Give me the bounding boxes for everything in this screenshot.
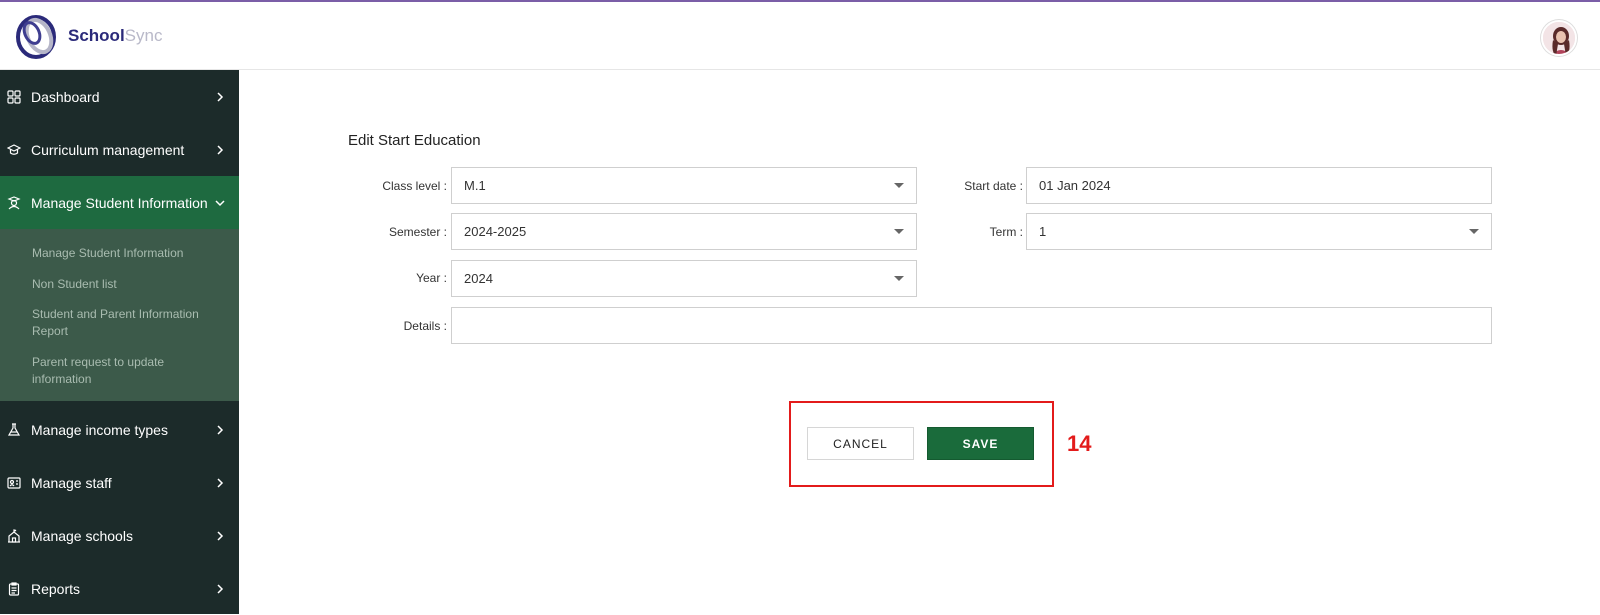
term-select[interactable]: 1 — [1026, 213, 1492, 250]
sidebar-item-curriculum-management[interactable]: Curriculum management — [0, 123, 239, 176]
page-title: Edit Start Education — [348, 132, 481, 149]
year-value: 2024 — [464, 271, 493, 286]
sidebar-item-label: Manage staff — [31, 474, 112, 491]
class-level-value: M.1 — [464, 178, 486, 193]
semester-value: 2024-2025 — [464, 224, 527, 239]
start-date-field[interactable]: 01 Jan 2024 — [1026, 167, 1492, 204]
flask-icon — [7, 422, 21, 437]
sidebar-item-label: Curriculum management — [31, 141, 185, 158]
chevron-right-icon — [215, 477, 225, 488]
sidebar-item-manage-student-information[interactable]: Manage Student Information — [0, 176, 239, 229]
save-button[interactable]: SAVE — [927, 427, 1034, 460]
submenu-item-non-student-list[interactable]: Non Student list — [32, 276, 222, 293]
dropdown-caret-icon — [894, 229, 904, 234]
start-date-label: Start date : — [964, 179, 1023, 193]
chevron-right-icon — [215, 583, 225, 594]
student-icon — [7, 195, 21, 210]
semester-label: Semester : — [388, 225, 447, 239]
clipboard-icon — [7, 581, 21, 596]
semester-select[interactable]: 2024-2025 — [451, 213, 917, 250]
sidebar-item-reports[interactable]: Reports — [0, 562, 239, 615]
start-date-value: 01 Jan 2024 — [1039, 178, 1111, 193]
dropdown-caret-icon — [894, 183, 904, 188]
year-label: Year : — [416, 271, 447, 285]
sidebar-item-label: Dashboard — [31, 88, 100, 105]
term-value: 1 — [1039, 224, 1047, 239]
grid-icon — [7, 89, 21, 104]
sidebar-item-manage-schools[interactable]: Manage schools — [0, 509, 239, 562]
chevron-down-icon — [215, 198, 225, 208]
brand-name-part2: Sync — [124, 26, 163, 45]
details-field[interactable] — [451, 307, 1492, 344]
sidebar-item-label: Reports — [31, 580, 81, 597]
submenu-item-parent-request-update[interactable]: Parent request to update information — [32, 354, 222, 388]
chevron-right-icon — [215, 424, 225, 435]
dropdown-caret-icon — [894, 276, 904, 281]
chevron-right-icon — [215, 91, 225, 102]
sidebar: Dashboard Curriculum management Manage S… — [0, 70, 239, 614]
schoolsync-logo-icon — [16, 15, 56, 59]
student-info-submenu: Manage Student Information Non Student l… — [0, 229, 239, 401]
sidebar-item-label: Manage Student Information — [31, 194, 208, 211]
chevron-right-icon — [215, 530, 225, 541]
details-input[interactable] — [464, 318, 1491, 333]
sidebar-item-label: Manage schools — [31, 527, 133, 544]
user-avatar[interactable] — [1541, 20, 1577, 56]
dropdown-caret-icon — [1469, 229, 1479, 234]
submenu-item-manage-student-information[interactable]: Manage Student Information — [32, 245, 222, 262]
chevron-right-icon — [215, 144, 225, 155]
class-level-select[interactable]: M.1 — [451, 167, 917, 204]
graduation-cap-icon — [7, 143, 21, 157]
sidebar-item-manage-staff[interactable]: Manage staff — [0, 456, 239, 509]
brand-name-part1: School — [68, 26, 125, 45]
school-building-icon — [7, 528, 21, 543]
sidebar-item-dashboard[interactable]: Dashboard — [0, 70, 239, 123]
details-label: Details : — [403, 319, 447, 333]
top-bar: SchoolSync — [0, 0, 1600, 70]
cancel-button[interactable]: CANCEL — [807, 427, 914, 460]
step-number-annotation: 14 — [1067, 431, 1092, 456]
brand-name: SchoolSync — [68, 26, 162, 46]
class-level-label: Class level : — [382, 179, 447, 193]
term-label: Term : — [989, 225, 1023, 239]
id-card-icon — [7, 476, 21, 490]
sidebar-item-manage-income-types[interactable]: Manage income types — [0, 403, 239, 456]
sidebar-item-label: Manage income types — [31, 421, 168, 438]
submenu-item-student-parent-report[interactable]: Student and Parent Information Report — [32, 306, 222, 340]
year-select[interactable]: 2024 — [451, 260, 917, 297]
user-avatar-icon — [1543, 22, 1575, 54]
